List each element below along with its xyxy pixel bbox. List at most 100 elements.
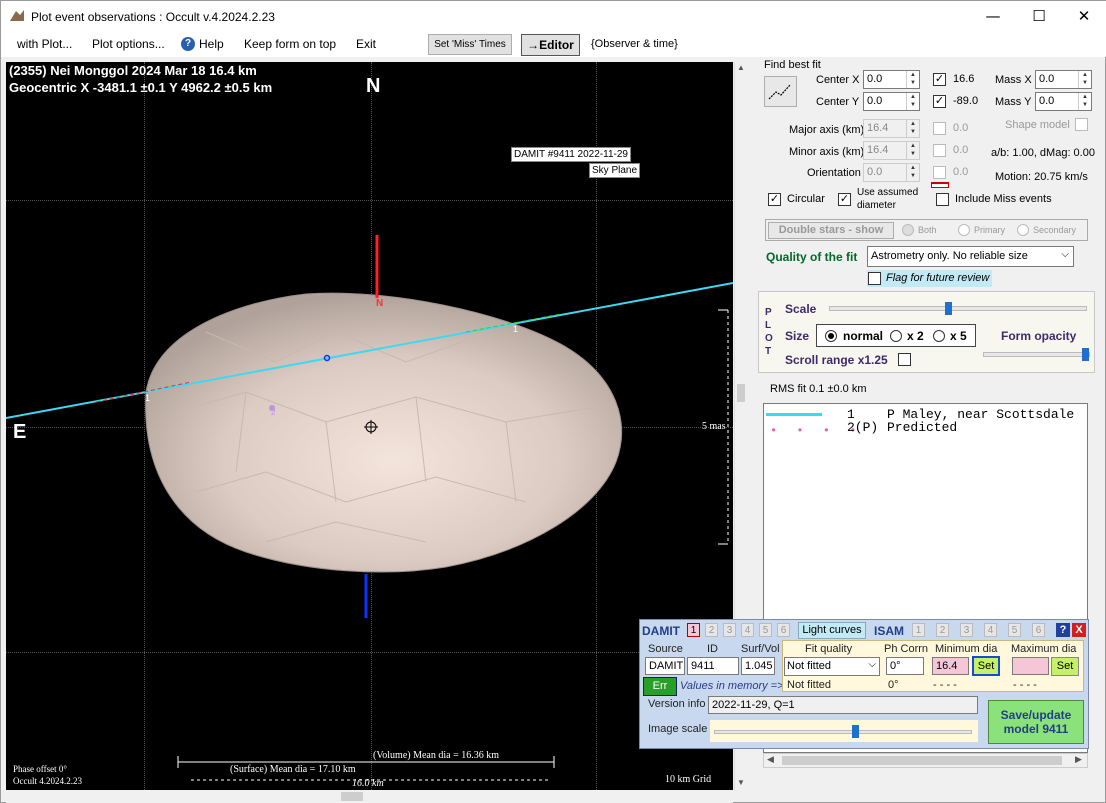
minor-axis-input[interactable]: 16.4 ▲ ▼ (863, 141, 920, 160)
quality-of-fit-select[interactable]: Astrometry only. No reliable size ⌵ (867, 246, 1074, 267)
scroll-left-icon[interactable]: ◀ (767, 754, 774, 765)
isam-num-5[interactable]: 5 (1008, 623, 1021, 637)
flag-review-row[interactable]: Flag for future review (867, 270, 992, 287)
list-scrollbar-thumb[interactable] (782, 756, 1062, 765)
surf-vol-value: 1.045 (741, 657, 775, 675)
ph-corr-value[interactable]: 0° (886, 657, 924, 675)
damit-num-2[interactable]: 2 (705, 623, 718, 637)
normal-radio[interactable] (825, 330, 837, 342)
scrollbar-thumb-v[interactable] (737, 384, 745, 402)
center-x-input[interactable]: 0.0 ▲ ▼ (863, 70, 920, 89)
isam-num-1[interactable]: 1 (912, 623, 925, 637)
isam-num-2[interactable]: 2 (936, 623, 949, 637)
x2-radio[interactable] (890, 330, 902, 342)
scroll-down-icon[interactable]: ▼ (737, 778, 745, 787)
minimize-button[interactable]: — (970, 1, 1016, 33)
list-item[interactable]: • • • • 2(P) Predicted (764, 420, 1087, 438)
x5-radio[interactable] (933, 330, 945, 342)
spinner-icon[interactable]: ▲ ▼ (906, 93, 919, 110)
best-fit-button[interactable] (764, 76, 797, 107)
quality-of-fit-value: Astrometry only. No reliable size (871, 250, 1028, 262)
min-dia-value[interactable]: 16.4 (932, 657, 969, 675)
checkbox-16-6[interactable]: ✓ (933, 73, 946, 86)
mass-y-input[interactable]: 0.0 ▲ ▼ (1035, 92, 1092, 111)
flag-review-checkbox[interactable] (868, 272, 881, 285)
spinner-icon[interactable]: ▲ ▼ (906, 71, 919, 88)
checkbox-major[interactable] (933, 122, 946, 135)
scroll-up-icon[interactable]: ▲ (737, 63, 745, 72)
fit-quality-select[interactable]: Not fitted ⌵ (784, 657, 880, 676)
scroll-right-icon[interactable]: ▶ (1075, 754, 1082, 765)
opacity-slider-thumb[interactable] (1082, 348, 1089, 361)
include-miss-checkbox[interactable] (936, 193, 949, 206)
scrollbar-thumb[interactable] (341, 792, 363, 801)
image-scale-slider[interactable] (710, 720, 978, 742)
close-button[interactable]: ✕ (1061, 1, 1106, 33)
scroll-range-checkbox[interactable] (898, 353, 911, 366)
spinner-icon[interactable]: ▲ ▼ (906, 142, 919, 159)
center-y-input[interactable]: 0.0 ▲ ▼ (863, 92, 920, 111)
spinner-icon[interactable]: ▲ ▼ (906, 120, 919, 137)
max-dia-value[interactable] (1012, 657, 1049, 675)
menu-with-plot[interactable]: with Plot... (17, 37, 72, 51)
menu-exit[interactable]: Exit (356, 37, 376, 51)
damit-num-6[interactable]: 6 (777, 623, 790, 637)
source-label: Source (648, 643, 683, 655)
fit-quality-memory: Not fitted (787, 679, 832, 691)
observer-time-label[interactable]: {Observer & time} (591, 38, 678, 50)
min-dia-set-button[interactable]: Set (972, 656, 1000, 676)
scale-slider-thumb[interactable] (945, 302, 953, 315)
observer-name: Predicted (887, 420, 958, 435)
spinner-icon[interactable]: ▲ ▼ (1078, 71, 1091, 88)
checkbox-orient[interactable] (933, 166, 946, 179)
plot-canvas[interactable]: (2355) Nei Monggol 2024 Mar 18 16.4 km G… (6, 62, 733, 790)
list-scrollbar[interactable]: ◀ ▶ (763, 753, 1088, 768)
checkbox-89[interactable]: ✓ (933, 95, 946, 108)
damit-num-1[interactable]: 1 (687, 623, 700, 637)
spinner-icon[interactable]: ▲ ▼ (906, 164, 919, 181)
size-label: Size (785, 329, 810, 343)
scale-slider[interactable] (829, 302, 1087, 315)
editor-button[interactable]: →Editor (521, 34, 580, 56)
help-icon[interactable]: ? (181, 37, 195, 51)
set-miss-times-button[interactable]: Set 'Miss' Times (428, 34, 512, 55)
mass-y-value: 0.0 (1039, 95, 1055, 107)
id-value[interactable]: 9411 (687, 657, 739, 675)
isam-num-3[interactable]: 3 (960, 623, 973, 637)
plot-scrollbar[interactable] (6, 790, 733, 803)
menu-help[interactable]: Help (199, 37, 224, 51)
checkbox-minor[interactable] (933, 144, 946, 157)
isam-num-6[interactable]: 6 (1032, 623, 1045, 637)
size-radio-group: normal x 2 x 5 (816, 324, 976, 347)
max-dia-set-button[interactable]: Set (1051, 657, 1079, 676)
primary-radio[interactable] (958, 224, 970, 236)
grid-scale-label: 10 km Grid (665, 774, 712, 785)
both-radio[interactable] (902, 224, 914, 236)
orientation-input[interactable]: 0.0 ▲ ▼ (863, 163, 920, 182)
opacity-slider[interactable] (983, 348, 1090, 361)
help-icon[interactable]: ? (1056, 623, 1070, 637)
menu-keep-form-on-top[interactable]: Keep form on top (244, 37, 336, 51)
circular-checkbox[interactable]: ✓ (768, 193, 781, 206)
damit-num-4[interactable]: 4 (741, 623, 754, 637)
spinner-icon[interactable]: ▲ ▼ (1078, 93, 1091, 110)
scroll-range-label: Scroll range x1.25 (785, 353, 888, 367)
minor-axis-value: 16.4 (867, 144, 889, 156)
major-axis-input[interactable]: 16.4 ▲ ▼ (863, 119, 920, 138)
close-icon[interactable]: X (1072, 623, 1086, 637)
double-stars-show-button[interactable]: Double stars - show (768, 222, 894, 239)
menu-plot-options[interactable]: Plot options... (92, 37, 165, 51)
plot-vertical-label: PLOT (765, 307, 773, 357)
image-scale-thumb[interactable] (852, 725, 860, 738)
shape-model-checkbox[interactable] (1075, 118, 1088, 131)
light-curves-button[interactable]: Light curves (798, 622, 866, 639)
mass-x-input[interactable]: 0.0 ▲ ▼ (1035, 70, 1092, 89)
err-button[interactable]: Err (643, 677, 677, 696)
save-update-model-button[interactable]: Save/update model 9411 (988, 700, 1084, 744)
damit-num-3[interactable]: 3 (723, 623, 736, 637)
isam-num-4[interactable]: 4 (984, 623, 997, 637)
maximize-button[interactable]: ☐ (1016, 1, 1062, 33)
damit-num-5[interactable]: 5 (759, 623, 772, 637)
use-assumed-diameter-checkbox[interactable]: ✓ (838, 193, 851, 206)
secondary-radio[interactable] (1017, 224, 1029, 236)
